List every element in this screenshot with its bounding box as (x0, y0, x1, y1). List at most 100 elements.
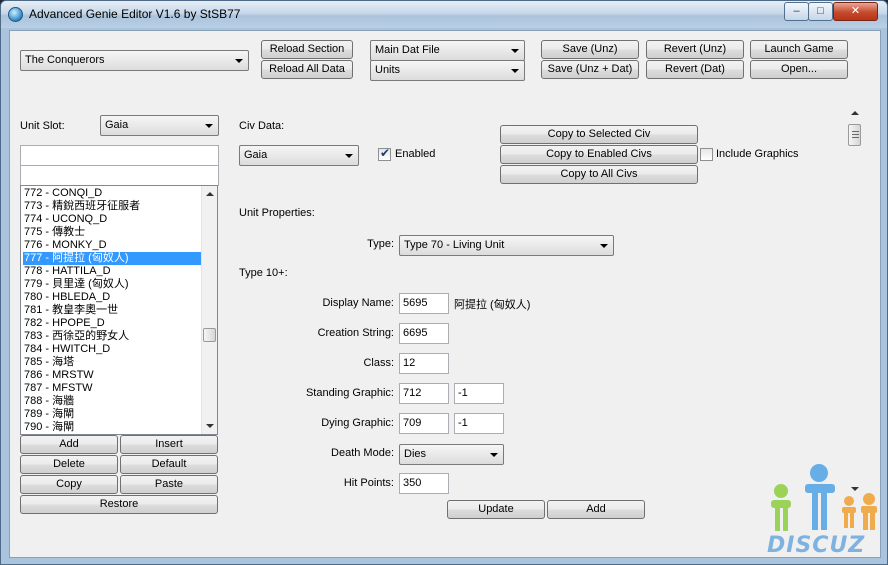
hit-points-label: Hit Points: (343, 477, 394, 489)
unit-list-item[interactable]: 790 - 海閘 (23, 421, 201, 434)
insert-unit-button[interactable]: Insert (120, 435, 218, 454)
game-select[interactable]: The Conquerors (20, 50, 249, 71)
display-name-text: 阿提拉 (匈奴人) (454, 299, 531, 311)
file-select-value: Main Dat File (375, 44, 440, 56)
unit-slot-value: Gaia (105, 119, 129, 131)
copy-to-enabled-civs-button[interactable]: Copy to Enabled Civs (500, 145, 698, 164)
death-mode-select[interactable]: Dies (399, 444, 504, 465)
close-button[interactable]: ✕ (833, 2, 878, 21)
open-button[interactable]: Open... (750, 60, 848, 79)
unit-list-item[interactable]: 772 - CONQI_D (23, 187, 201, 200)
restore-unit-button[interactable]: Restore (20, 495, 218, 514)
chevron-down-icon (490, 453, 498, 457)
unit-list-item[interactable]: 787 - MFSTW (23, 382, 201, 395)
death-mode-label: Death Mode: (331, 447, 394, 459)
copy-to-all-civs-button[interactable]: Copy to All Civs (500, 165, 698, 184)
save-unz-button[interactable]: Save (Unz) (541, 40, 639, 59)
unit-list-item[interactable]: 778 - HATTILA_D (23, 265, 201, 278)
grip-line (852, 131, 859, 132)
app-window: Advanced Genie Editor V1.6 by StSB77 – □… (0, 0, 888, 565)
unit-list-item[interactable]: 789 - 海閘 (23, 408, 201, 421)
dying-graphic-label: Dying Graphic: (321, 417, 394, 429)
maximize-button[interactable]: □ (808, 2, 833, 21)
unit-search-input[interactable] (20, 145, 219, 166)
section-select-value: Units (375, 64, 401, 76)
unit-list-item[interactable]: 780 - HBLEDA_D (23, 291, 201, 304)
chevron-down-icon (205, 124, 213, 128)
copy-unit-button[interactable]: Copy (20, 475, 118, 494)
class-label: Class: (363, 357, 394, 369)
add-property-button[interactable]: Add (547, 500, 645, 519)
checkmark-icon: ✔ (380, 146, 391, 160)
type-label: Type: (367, 238, 394, 250)
scroll-down-icon[interactable] (206, 424, 214, 428)
civ-select[interactable]: Gaia (239, 145, 359, 166)
include-graphics-checkbox[interactable] (700, 148, 713, 161)
unit-list-item[interactable]: 776 - MONKY_D (23, 239, 201, 252)
app-icon[interactable] (8, 7, 23, 22)
launch-game-button[interactable]: Launch Game (750, 40, 848, 59)
revert-unz-button[interactable]: Revert (Unz) (646, 40, 744, 59)
watermark-text: DISCUZ (767, 533, 866, 558)
revert-dat-button[interactable]: Revert (Dat) (646, 60, 744, 79)
unit-list-item[interactable]: 774 - UCONQ_D (23, 213, 201, 226)
delete-unit-button[interactable]: Delete (20, 455, 118, 474)
unit-list-item[interactable]: 779 - 貝里達 (匈奴人) (23, 278, 201, 291)
type10-header: Type 10+: (239, 267, 288, 279)
editor-client-area: The Conquerors Reload Section Reload All… (9, 30, 881, 558)
unit-type-value: Type 70 - Living Unit (404, 239, 505, 251)
chevron-down-icon (511, 69, 519, 73)
scrollbar-thumb[interactable] (203, 328, 216, 342)
standing-graphic-field-1[interactable]: 712 (399, 383, 449, 404)
scroll-up-icon[interactable] (851, 111, 859, 115)
discuz-watermark: DISCUZ (761, 463, 887, 564)
chevron-down-icon (235, 59, 243, 63)
title-bar[interactable]: Advanced Genie Editor V1.6 by StSB77 – □… (1, 1, 887, 28)
hit-points-field[interactable]: 350 (399, 473, 449, 494)
unit-list-item[interactable]: 773 - 精銳西班牙征服者 (23, 200, 201, 213)
properties-scrollbar[interactable] (847, 107, 862, 495)
unit-list-item[interactable]: 786 - MRSTW (23, 369, 201, 382)
section-select[interactable]: Units (370, 60, 525, 81)
unit-list-item[interactable]: 782 - HPOPE_D (23, 317, 201, 330)
display-name-id-field[interactable]: 5695 (399, 293, 449, 314)
file-select[interactable]: Main Dat File (370, 40, 525, 61)
reload-section-button[interactable]: Reload Section (261, 40, 353, 59)
unit-list-item[interactable]: 784 - HWITCH_D (23, 343, 201, 356)
scrollbar-thumb[interactable] (848, 124, 861, 146)
dying-graphic-field-1[interactable]: 709 (399, 413, 449, 434)
scroll-up-icon[interactable] (206, 192, 214, 196)
window-title: Advanced Genie Editor V1.6 by StSB77 (29, 7, 241, 21)
include-graphics-label: Include Graphics (716, 148, 799, 160)
reload-all-data-button[interactable]: Reload All Data (261, 60, 353, 79)
paste-unit-button[interactable]: Paste (120, 475, 218, 494)
enabled-label: Enabled (395, 148, 436, 160)
standing-graphic-field-2[interactable]: -1 (454, 383, 504, 404)
display-name-label: Display Name: (322, 297, 394, 309)
unit-list-item[interactable]: 777 - 阿提拉 (匈奴人) (23, 252, 201, 265)
civ-select-value: Gaia (244, 149, 268, 161)
save-unz-dat-button[interactable]: Save (Unz + Dat) (541, 60, 639, 79)
unit-list-item[interactable]: 788 - 海牆 (23, 395, 201, 408)
minimize-button[interactable]: – (784, 2, 809, 21)
unit-slot-select[interactable]: Gaia (100, 115, 219, 136)
unit-list-item[interactable]: 783 - 西徐亞的野女人 (23, 330, 201, 343)
unit-list-scrollbar[interactable] (201, 186, 217, 434)
creation-string-field[interactable]: 6695 (399, 323, 449, 344)
unit-slot-label: Unit Slot: (20, 120, 65, 132)
unit-list-item[interactable]: 775 - 傳教士 (23, 226, 201, 239)
update-button[interactable]: Update (447, 500, 545, 519)
unit-exclude-input[interactable] (20, 165, 219, 186)
add-unit-button[interactable]: Add (20, 435, 118, 454)
copy-to-selected-civ-button[interactable]: Copy to Selected Civ (500, 125, 698, 144)
unit-list-item[interactable]: 781 - 教皇李奧一世 (23, 304, 201, 317)
enabled-checkbox[interactable]: ✔ (378, 146, 391, 161)
unit-list[interactable]: 772 - CONQI_D 773 - 精銳西班牙征服者 774 - UCONQ_D… (20, 185, 218, 435)
class-field[interactable]: 12 (399, 353, 449, 374)
default-unit-button[interactable]: Default (120, 455, 218, 474)
unit-properties-header: Unit Properties: (239, 207, 315, 219)
unit-list-item[interactable]: 785 - 海塔 (23, 356, 201, 369)
unit-type-select[interactable]: Type 70 - Living Unit (399, 235, 614, 256)
civ-data-label: Civ Data: (239, 120, 285, 132)
dying-graphic-field-2[interactable]: -1 (454, 413, 504, 434)
